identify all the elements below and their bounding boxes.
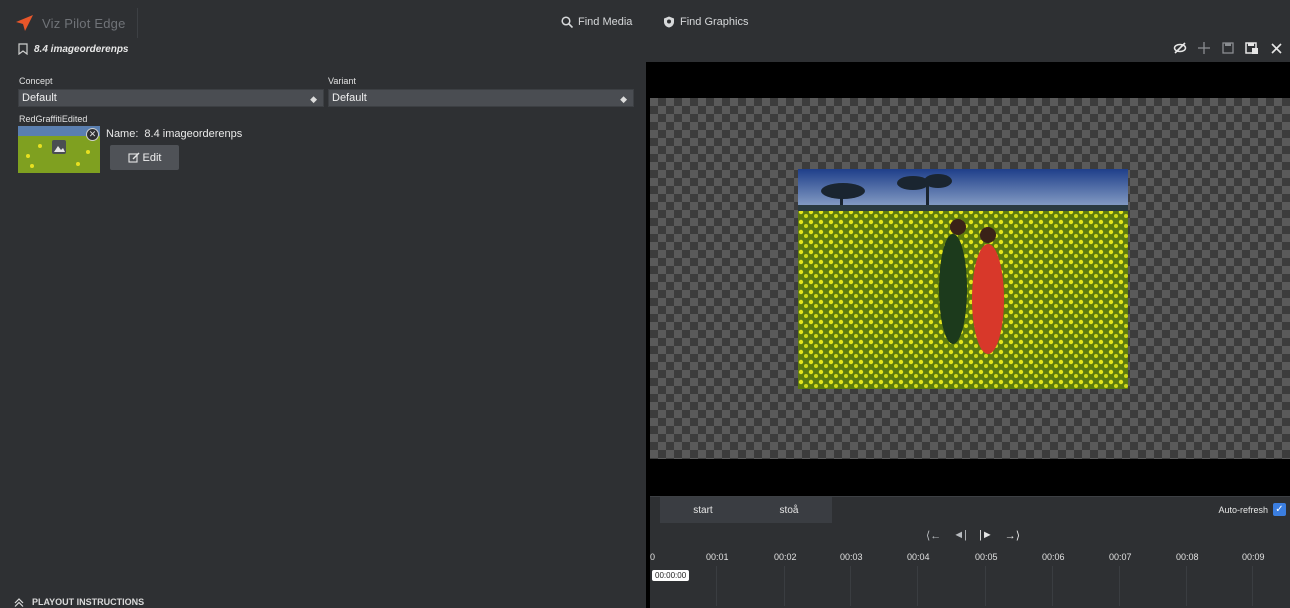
- concept-select[interactable]: Default ◆: [18, 89, 324, 107]
- divider: [137, 8, 138, 38]
- tick-line: [917, 566, 918, 606]
- expand-icon: [14, 597, 24, 607]
- autorefresh-toggle[interactable]: Auto-refresh ✓: [1218, 503, 1286, 516]
- edit-button[interactable]: Edit: [110, 145, 179, 170]
- tick-label: 00:09: [1242, 552, 1265, 562]
- tick-label: 0: [650, 552, 656, 562]
- tick-line: [1186, 566, 1187, 606]
- playhead-time[interactable]: 00:00:00: [652, 570, 690, 581]
- hide-icon[interactable]: [1172, 40, 1188, 56]
- top-bar: Viz Pilot Edge Find Media Find Graphics: [0, 8, 1290, 38]
- tick-line: [985, 566, 986, 606]
- close-icon[interactable]: [1268, 40, 1284, 56]
- save-as-icon[interactable]: [1244, 40, 1260, 56]
- variant-select[interactable]: Default ◆: [328, 89, 634, 107]
- jump-end-icon[interactable]: →⟩: [1005, 529, 1020, 542]
- tick-line: [1119, 566, 1120, 606]
- preview-panel: start stoå Auto-refresh ✓ ⟨← ◄| |► →⟩ 0 …: [646, 62, 1290, 608]
- app-root: Viz Pilot Edge Find Media Find Graphics …: [0, 0, 1290, 608]
- tab-stop[interactable]: stoå: [746, 497, 832, 524]
- document-toolbar: [1172, 40, 1284, 56]
- concept-label: Concept: [19, 76, 53, 86]
- preview-canvas: [650, 98, 1290, 459]
- remove-asset-icon[interactable]: ✕: [86, 128, 99, 141]
- play-icon[interactable]: |►: [979, 529, 993, 542]
- find-graphics-label: Find Graphics: [680, 16, 749, 28]
- tick-line: [716, 566, 717, 606]
- select-caret-icon: ◆: [310, 94, 317, 104]
- playout-instructions-label: PLAYOUT INSTRUCTIONS: [32, 597, 145, 607]
- autorefresh-label: Auto-refresh: [1218, 504, 1268, 515]
- asset-name-label: Name:: [106, 128, 139, 140]
- autorefresh-checkbox[interactable]: ✓: [1273, 503, 1286, 516]
- tick-label: 00:07: [1109, 552, 1132, 562]
- edit-icon: [127, 152, 140, 163]
- timeline-ruler: 0 00:01 00:02 00:03 00:04 00:05 00:06 00…: [650, 548, 1290, 608]
- timeline-header: start stoå Auto-refresh ✓: [650, 496, 1290, 524]
- tick-label: 00:08: [1176, 552, 1199, 562]
- tick-line: [1252, 566, 1253, 606]
- select-caret-icon: ◆: [620, 94, 627, 104]
- app-logo[interactable]: Viz Pilot Edge: [14, 10, 126, 36]
- tick-label: 00:04: [907, 552, 930, 562]
- variant-value: Default: [332, 92, 367, 104]
- move-icon[interactable]: [1196, 40, 1212, 56]
- asset-name-value: 8.4 imageorderenps: [144, 128, 243, 140]
- find-graphics-button[interactable]: Find Graphics: [663, 16, 748, 28]
- search-icon: [561, 16, 573, 28]
- save-icon[interactable]: [1220, 40, 1236, 56]
- tick-label: 00:05: [975, 552, 998, 562]
- concept-value: Default: [22, 92, 57, 104]
- document-title: 8.4 imageorderenps: [18, 43, 128, 55]
- app-title: Viz Pilot Edge: [42, 15, 126, 31]
- graphics-icon: [664, 16, 674, 28]
- bookmark-icon[interactable]: [18, 43, 28, 55]
- step-back-icon[interactable]: ◄|: [953, 529, 967, 542]
- variant-label: Variant: [328, 76, 356, 86]
- tick-label: 00:06: [1042, 552, 1065, 562]
- tick-label: 00:02: [774, 552, 797, 562]
- preview-image: [798, 169, 1128, 389]
- tick-label: 00:01: [706, 552, 729, 562]
- tick-line: [784, 566, 785, 606]
- tick-label: 00:03: [840, 552, 863, 562]
- template-form-panel: Concept Default ◆ Variant Default ◆ RedG…: [0, 62, 646, 608]
- find-media-label: Find Media: [578, 16, 633, 28]
- document-bar: 8.4 imageorderenps: [0, 38, 1290, 62]
- document-title-text: 8.4 imageorderenps: [34, 43, 129, 55]
- playout-instructions-toggle[interactable]: PLAYOUT INSTRUCTIONS: [14, 597, 144, 607]
- playback-controls: ⟨← ◄| |► →⟩: [650, 523, 1290, 548]
- jump-start-icon[interactable]: ⟨←: [926, 529, 941, 542]
- find-media-button[interactable]: Find Media: [561, 16, 632, 28]
- tab-start[interactable]: start: [660, 497, 746, 524]
- logo-icon: [16, 15, 33, 31]
- asset-field-label: RedGraffitiEdited: [19, 114, 88, 124]
- asset-name: Name: 8.4 imageorderenps: [106, 128, 242, 140]
- edit-button-label: Edit: [142, 151, 162, 164]
- tick-line: [1052, 566, 1053, 606]
- tick-line: [850, 566, 851, 606]
